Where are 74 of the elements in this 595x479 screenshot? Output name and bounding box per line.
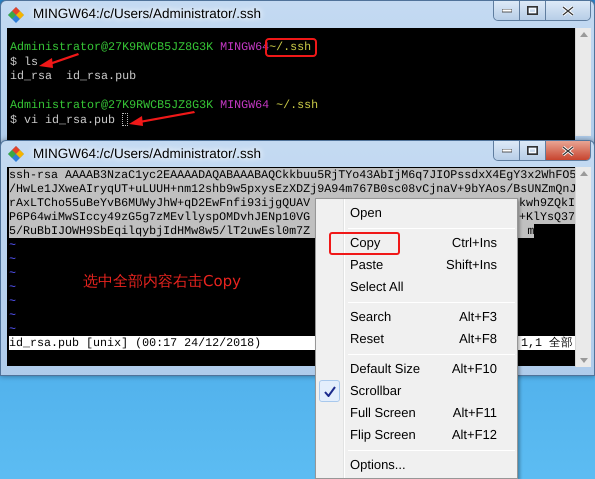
empty-line-marker: ~ (9, 280, 16, 294)
menu-label: Options... (350, 456, 406, 474)
menu-label: Paste (350, 256, 384, 274)
menu-label: Flip Screen (350, 426, 416, 444)
empty-line-marker: ~ (9, 252, 16, 266)
menu-item[interactable]: Search Alt+F3 (318, 306, 515, 328)
down-arrow-icon (580, 358, 588, 363)
up-arrow-icon (580, 32, 588, 37)
menu-label: Copy (350, 234, 380, 252)
empty-line-marker: ~ (9, 322, 16, 336)
selected-text: kwh9ZQkI (518, 196, 575, 210)
minimize-button[interactable] (494, 1, 520, 20)
minimize-button[interactable] (494, 141, 520, 160)
shortcut-text: Alt+F10 (452, 360, 497, 378)
menu-label: Scrollbar (350, 382, 402, 400)
maximize-icon (527, 6, 538, 15)
shortcut-text: Alt+F12 (452, 426, 497, 444)
app-icon (7, 6, 25, 24)
window-title: MINGW64:/c/Users/Administrator/.ssh (33, 5, 262, 24)
shortcut-text: Alt+F8 (459, 330, 497, 348)
menu-item[interactable]: Default Size Alt+F10 (318, 358, 515, 380)
empty-line-marker: ~ (9, 266, 16, 280)
scrollbar[interactable] (575, 167, 591, 367)
menu-item[interactable]: Options... (318, 454, 515, 476)
menu-item[interactable]: Paste Shift+Ins (318, 254, 515, 276)
shortcut-text: Shift+Ins (446, 256, 497, 274)
menu-label: Select All (350, 278, 404, 296)
selected-text: m (527, 224, 534, 238)
up-arrow-icon (580, 171, 588, 176)
status-text: 1,1 全部 (520, 336, 573, 350)
maximize-button[interactable] (520, 1, 546, 20)
selected-text: P6P64wiMwSIccy49zG5g7zMEvllyspOMDvhJENp10VG (9, 210, 310, 224)
maximize-icon (527, 146, 538, 155)
status-text: id_rsa.pub [unix] (00:17 24/12/2018) (9, 336, 262, 350)
annotation-text: 选中全部内容右击Copy (83, 274, 242, 288)
menu-label: Reset (350, 330, 384, 348)
selected-text: +KlYsQ37 (518, 210, 575, 224)
app-icon (7, 145, 25, 163)
menu-label: Full Screen (350, 404, 416, 422)
scrollbar[interactable] (575, 28, 591, 136)
shortcut-text: Alt+F3 (459, 308, 497, 326)
menu-item[interactable]: Full Screen Alt+F11 (318, 402, 515, 424)
menu-label: Default Size (350, 360, 420, 378)
terminal-text: Administrator@27K9RWCB5JZ8G3K (10, 98, 214, 112)
shortcut-text: Ctrl+Ins (452, 234, 497, 252)
menu-item[interactable]: Reset Alt+F8 (318, 328, 515, 350)
maximize-button[interactable] (520, 141, 546, 160)
menu-item[interactable]: Scrollbar (318, 380, 515, 402)
empty-line-marker: ~ (9, 294, 16, 308)
terminal-text: $ ls (10, 54, 38, 69)
selected-text: /HwLe1JXweAIryqUT+uLUUH+nm12shb9w5pxysEzXDZj9A94m767B0sc08vCjnaV+9bYAos/BsUNZmQnJ (9, 182, 575, 196)
menu-label: Open (350, 204, 382, 222)
terminal-text: ~/.ssh (276, 98, 318, 112)
terminal-text: MINGW64 (220, 98, 270, 112)
empty-line-marker: ~ (9, 238, 16, 252)
menu-item[interactable]: Select All (318, 276, 515, 298)
empty-line-marker: ~ (9, 308, 16, 322)
minimize-icon (502, 8, 512, 12)
close-button[interactable] (546, 141, 590, 160)
menu-label: Search (350, 308, 392, 326)
menu-item[interactable]: Copy Ctrl+Ins (318, 232, 515, 254)
menu-item[interactable]: Open (318, 202, 515, 224)
close-icon (562, 6, 574, 16)
terminal-text: Administrator@27K9RWCB5JZ8G3K (10, 40, 214, 54)
terminal-text: ~/.ssh (267, 40, 316, 54)
close-icon (562, 146, 574, 156)
shortcut-text: Alt+F11 (452, 404, 497, 422)
selected-text: rAxLTCho55uBeYvB6MUWyJhW+qD2EwFnfi93ijgQUAV (9, 196, 310, 210)
selected-text: 5/RuBbIJOWH9SbEqilqybjIdHMw8w5/lT2uwEsl0m7Z (9, 224, 310, 238)
menu-item[interactable]: Flip Screen Alt+F12 (318, 424, 515, 446)
terminal-text: $ vi id_rsa.pub (10, 112, 116, 127)
window-title: MINGW64:/c/Users/Administrator/.ssh (33, 144, 262, 163)
close-button[interactable] (546, 1, 590, 20)
terminal-text: id_rsa id_rsa.pub (10, 69, 136, 84)
